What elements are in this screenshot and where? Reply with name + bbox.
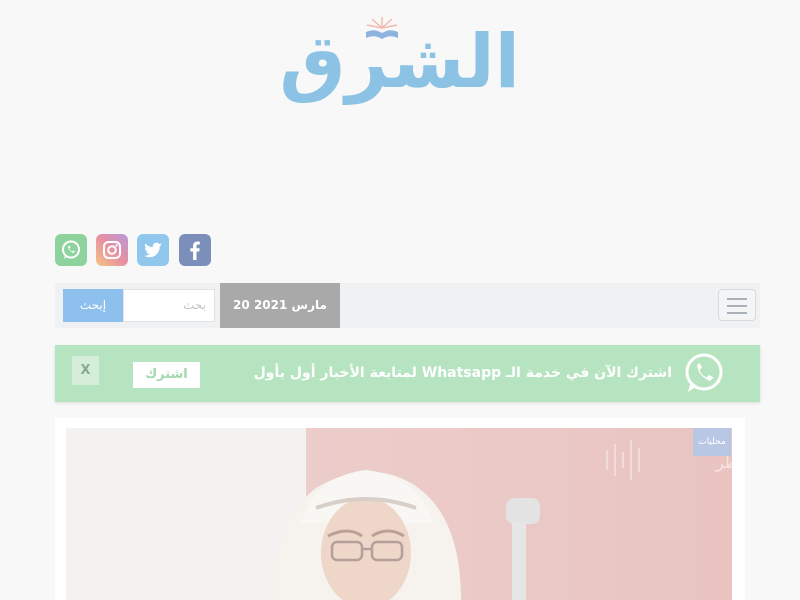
category-badge[interactable]: محليات <box>693 428 731 456</box>
article-image[interactable]: إذاعة قطر <box>66 428 732 600</box>
close-banner-button[interactable]: X <box>72 356 99 385</box>
search-button[interactable]: إبحث <box>63 289 123 322</box>
twitter-link[interactable] <box>137 234 169 266</box>
whatsapp-icon <box>62 240 80 259</box>
whatsapp-link[interactable] <box>55 234 87 266</box>
current-date: 20 مارس 2021 <box>220 283 340 328</box>
logo-text: الشرق <box>279 19 520 105</box>
photo-watermark: إذاعة قطر <box>715 453 732 473</box>
twitter-icon <box>144 242 162 258</box>
top-nav-bar: إبحث بحث 20 مارس 2021 <box>55 283 760 328</box>
search-input[interactable]: بحث <box>123 289 215 322</box>
article-card[interactable]: إذاعة قطر محليات <box>55 418 745 600</box>
site-logo[interactable]: الشرق <box>279 12 520 112</box>
hamburger-icon <box>727 312 747 314</box>
facebook-link[interactable] <box>179 234 211 266</box>
instagram-link[interactable] <box>96 234 128 266</box>
menu-toggle-button[interactable] <box>718 289 756 321</box>
instagram-icon <box>103 241 121 259</box>
banner-text: اشترك الآن في خدمة الـ Whatsapp لمتابعة … <box>253 365 672 381</box>
hamburger-icon <box>727 305 747 307</box>
whatsapp-subscribe-banner: X اشترك اشترك الآن في خدمة الـ Whatsapp … <box>55 345 760 402</box>
subscribe-button[interactable]: اشترك <box>133 362 200 388</box>
facebook-icon <box>190 241 200 260</box>
article-photo: إذاعة قطر <box>66 428 732 600</box>
hamburger-icon <box>727 298 747 300</box>
whatsapp-icon <box>685 353 723 392</box>
